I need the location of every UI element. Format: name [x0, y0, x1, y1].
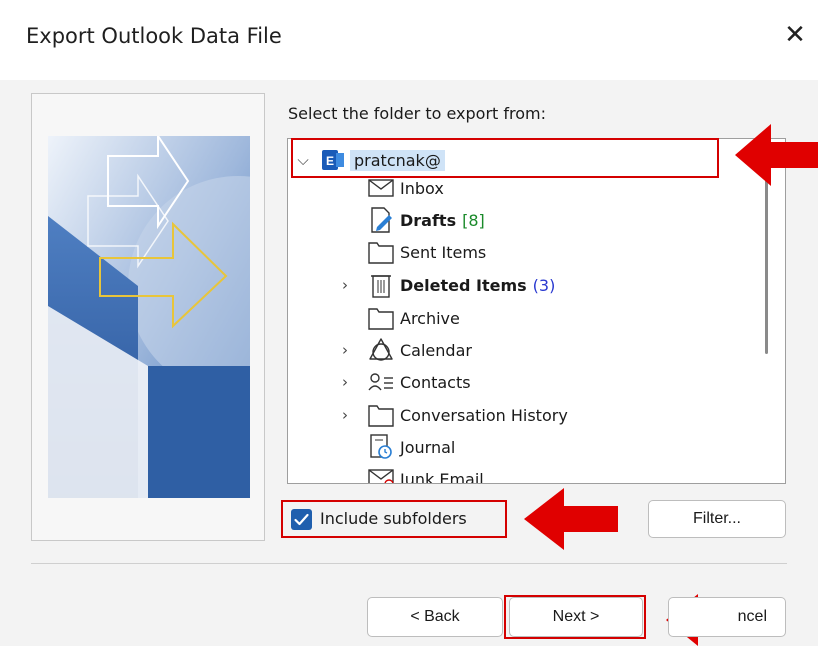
chevron-right-icon[interactable]: ›: [338, 373, 352, 391]
unread-count: (3): [532, 275, 556, 295]
cancel-button[interactable]: ncel: [668, 597, 786, 637]
folder-prompt: Select the folder to export from:: [288, 104, 547, 123]
calendar-icon: [368, 337, 394, 363]
arrow-subfolders-icon: [524, 488, 618, 550]
contacts-icon: [368, 369, 394, 395]
folder-icon: [368, 402, 394, 428]
tree-item-junk-email[interactable]: Junk Email: [368, 464, 484, 484]
tree-item-label: Conversation History: [400, 405, 568, 425]
tree-item-label: Drafts: [400, 210, 457, 230]
tree-item-label: Contacts: [400, 372, 471, 392]
draft-icon: [368, 207, 394, 233]
tree-item-label: Sent Items: [400, 242, 487, 262]
tree-item-archive[interactable]: Archive: [368, 303, 460, 333]
chevron-right-icon[interactable]: ›: [338, 276, 352, 294]
tree-item-label: Archive: [400, 308, 460, 328]
tree-item-label: Deleted Items: [400, 275, 527, 295]
tree-item-label: Journal: [400, 437, 456, 457]
include-subfolders-checkbox[interactable]: [291, 509, 312, 530]
tree-item-label: Calendar: [400, 340, 472, 360]
next-button[interactable]: Next >: [509, 597, 643, 637]
tree-item-calendar[interactable]: › Calendar: [342, 335, 472, 365]
folder-tree[interactable]: ⌵ E pratcnak@ Inbox Drafts [8] Sent Item…: [287, 138, 786, 484]
junk-icon: [368, 466, 394, 483]
journal-icon: [368, 434, 394, 460]
trash-icon: [368, 272, 394, 298]
cancel-button-label: ncel: [737, 608, 767, 625]
dialog-title: Export Outlook Data File: [26, 24, 282, 48]
tree-item-journal[interactable]: Journal: [368, 432, 455, 462]
chevron-right-icon[interactable]: ›: [338, 341, 352, 359]
close-icon[interactable]: ✕: [780, 20, 810, 50]
back-button[interactable]: < Back: [367, 597, 503, 637]
tree-item-contacts[interactable]: › Contacts: [342, 367, 471, 397]
export-illustration: [48, 136, 250, 498]
folder-icon: [368, 239, 394, 265]
tree-item-conversation-history[interactable]: › Conversation History: [342, 400, 568, 430]
tree-item-drafts[interactable]: Drafts [8]: [368, 205, 485, 235]
tree-item-sent-items[interactable]: Sent Items: [368, 237, 486, 267]
arrow-account-icon: [735, 124, 818, 186]
filter-button[interactable]: Filter...: [648, 500, 786, 538]
envelope-icon: [368, 175, 394, 201]
tree-item-deleted-items[interactable]: › Deleted Items (3): [342, 270, 556, 300]
tree-item-label: Junk Email: [400, 469, 484, 484]
tree-item-label: Inbox: [400, 178, 444, 198]
dialog-divider: [31, 563, 787, 564]
unread-count: [8]: [462, 210, 485, 230]
chevron-right-icon[interactable]: ›: [338, 406, 352, 424]
tree-scrollbar[interactable]: [765, 174, 768, 354]
account-highlight-box: [291, 138, 719, 178]
include-subfolders-label[interactable]: Include subfolders: [320, 509, 467, 528]
folder-icon: [368, 305, 394, 331]
